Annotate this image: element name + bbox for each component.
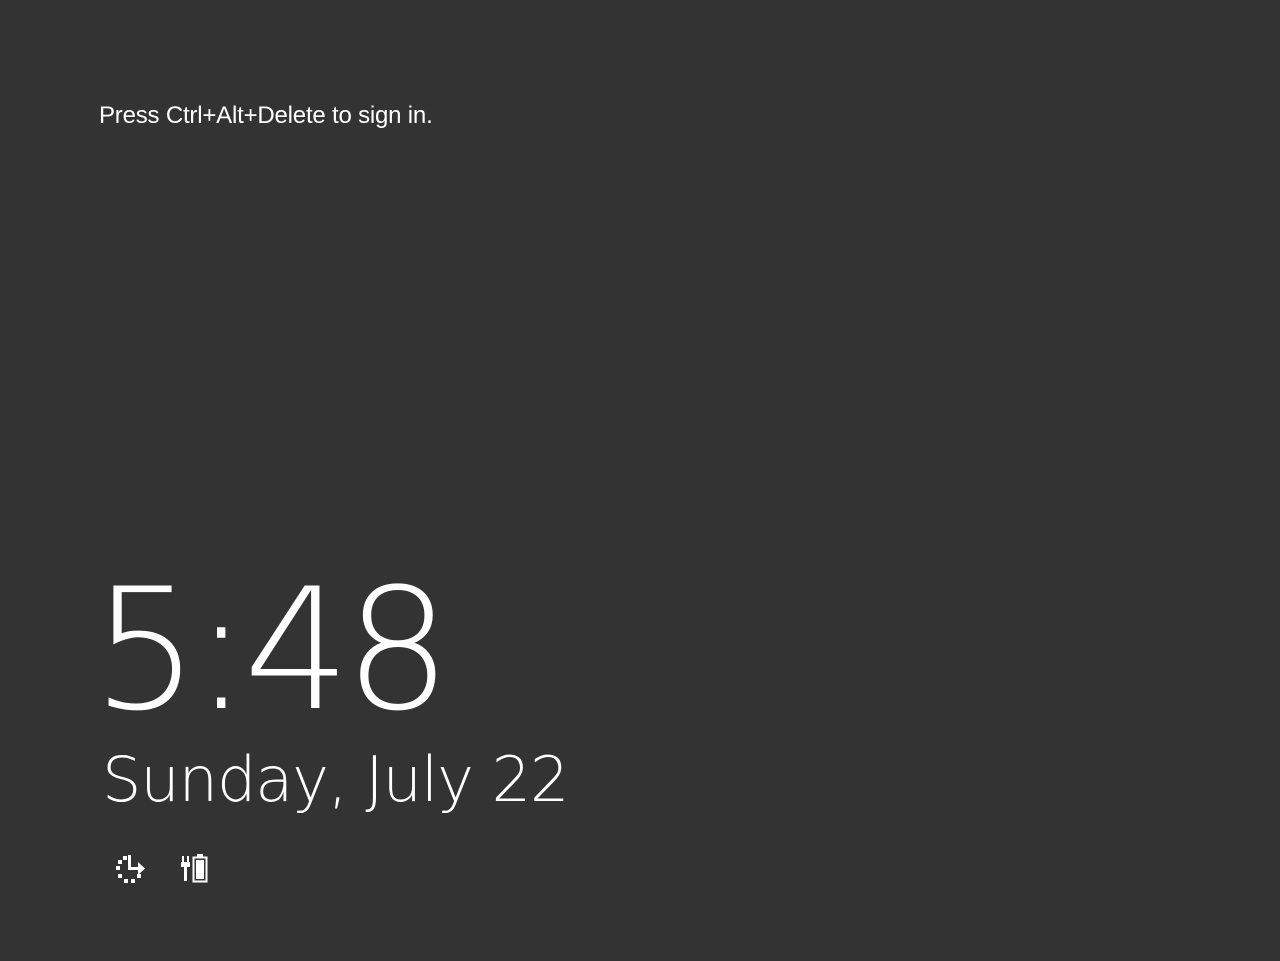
network-icon	[116, 855, 145, 883]
lock-screen[interactable]: Press Ctrl+Alt+Delete to sign in. 5:48 S…	[0, 0, 1280, 961]
clock-time: 5:48	[92, 552, 451, 748]
signin-prompt: Press Ctrl+Alt+Delete to sign in.	[99, 102, 433, 129]
battery-charging-icon	[181, 854, 208, 883]
status-icons	[112, 852, 212, 886]
clock-date: Sunday, July 22	[102, 743, 569, 816]
